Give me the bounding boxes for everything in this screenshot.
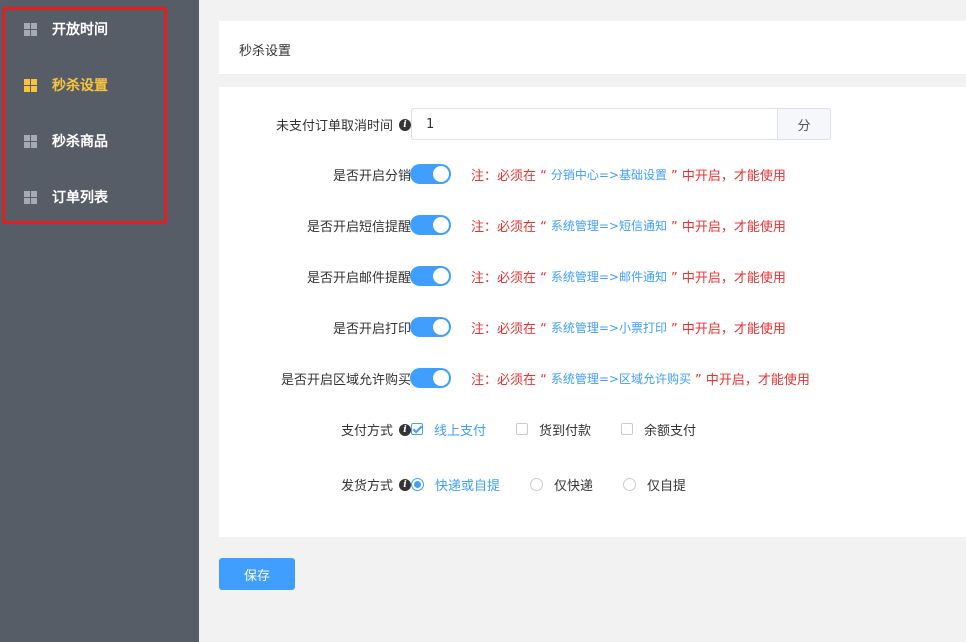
print-note: 注：必须在 “ 系统管理=>小票打印 ” 中开启，才能使用 <box>471 318 786 337</box>
payment-options: 线上支付 货到付款 余额支付 <box>411 419 726 439</box>
choice-label: 线上支付 <box>434 423 487 439</box>
note-path: 系统管理=>短信通知 <box>550 219 667 233</box>
payment-option-online[interactable]: 线上支付 <box>411 420 486 439</box>
sidebar-item-open-time[interactable]: 开放时间 <box>24 19 108 39</box>
email-label: 是否开启邮件提醒 <box>306 271 411 286</box>
choice-label: 余额支付 <box>644 423 697 439</box>
info-icon[interactable]: i <box>399 423 411 436</box>
distribution-label: 是否开启分销 <box>332 169 411 184</box>
cancel-time-label: 未支付订单取消时间 <box>275 119 393 134</box>
region-label: 是否开启区域允许购买 <box>280 373 411 388</box>
checkbox[interactable] <box>411 423 423 435</box>
note-suffix: ” 中开启，才能使用 <box>671 271 786 286</box>
page-title: 秒杀设置 <box>239 44 292 59</box>
sms-switch[interactable] <box>410 215 451 235</box>
checkbox[interactable] <box>516 423 529 435</box>
payment-label-group: 支付方式 i <box>341 420 411 439</box>
print-label: 是否开启打印 <box>332 322 411 337</box>
delivery-option-express-only[interactable]: 仅快递 <box>530 475 593 494</box>
email-note: 注：必须在 “ 系统管理=>邮件通知 ” 中开启，才能使用 <box>471 267 786 286</box>
note-suffix: ” 中开启，才能使用 <box>671 169 786 184</box>
distribution-switch[interactable] <box>410 164 451 184</box>
note-prefix: 注：必须在 “ <box>471 322 547 337</box>
switch-knob <box>433 268 449 284</box>
note-suffix: ” 中开启，才能使用 <box>671 220 786 235</box>
save-button[interactable]: 保存 <box>219 558 295 590</box>
note-suffix: ” 中开启，才能使用 <box>695 373 810 388</box>
sidebar-item-flash-sale-products[interactable]: 秒杀商品 <box>24 131 108 151</box>
choice-label: 快递或自提 <box>435 478 501 494</box>
cancel-time-label-group: 未支付订单取消时间 i <box>276 115 411 134</box>
grid-icon <box>24 190 37 204</box>
sms-note: 注：必须在 “ 系统管理=>短信通知 ” 中开启，才能使用 <box>471 216 786 235</box>
sidebar-item-flash-sale-settings[interactable]: 秒杀设置 <box>24 75 108 95</box>
email-switch[interactable] <box>410 266 451 286</box>
payment-option-cod[interactable]: 货到付款 <box>516 420 591 439</box>
info-icon[interactable]: i <box>399 118 411 131</box>
settings-header: 秒杀设置 <box>219 21 966 75</box>
payment-option-balance[interactable]: 余额支付 <box>621 420 696 439</box>
sidebar-item-label: 秒杀商品 <box>52 134 108 150</box>
cancel-time-input[interactable] <box>411 108 777 140</box>
print-switch[interactable] <box>410 317 451 337</box>
radio[interactable] <box>530 477 544 491</box>
region-switch[interactable] <box>410 368 451 388</box>
sidebar: 开放时间 秒杀设置 秒杀商品 订单列表 <box>0 0 199 642</box>
sidebar-item-label: 秒杀设置 <box>52 78 108 94</box>
grid-icon <box>24 134 37 148</box>
grid-icon <box>24 78 37 92</box>
radio[interactable] <box>623 477 637 491</box>
distribution-note: 注：必须在 “ 分销中心=>基础设置 ” 中开启，才能使用 <box>471 165 786 184</box>
settings-form: 未支付订单取消时间 i 分 是否开启分销 注：必须在 “ 分销中心=>基础设置 … <box>219 87 966 537</box>
switch-knob <box>433 319 449 335</box>
note-path: 系统管理=>邮件通知 <box>550 270 667 284</box>
radio[interactable] <box>411 477 424 491</box>
choice-label: 仅快递 <box>554 478 594 494</box>
note-prefix: 注：必须在 “ <box>471 169 547 184</box>
switch-knob <box>433 166 449 182</box>
delivery-option-pickup-only[interactable]: 仅自提 <box>623 475 686 494</box>
info-icon[interactable]: i <box>399 478 411 491</box>
delivery-options: 快递或自提 仅快递 仅自提 <box>411 474 716 494</box>
choice-label: 仅自提 <box>647 478 687 494</box>
region-note: 注：必须在 “ 系统管理=>区域允许购买 ” 中开启，才能使用 <box>471 369 810 388</box>
sidebar-item-label: 订单列表 <box>52 190 108 206</box>
payment-label: 支付方式 <box>340 424 393 439</box>
switch-knob <box>433 217 449 233</box>
choice-label: 货到付款 <box>539 423 592 439</box>
delivery-option-express-or-pickup[interactable]: 快递或自提 <box>411 475 500 494</box>
delivery-label: 发货方式 <box>340 479 393 494</box>
note-path: 系统管理=>区域允许购买 <box>550 372 691 386</box>
note-path: 系统管理=>小票打印 <box>550 321 667 335</box>
checkbox[interactable] <box>621 423 634 435</box>
switch-knob <box>433 370 449 386</box>
cancel-time-input-group: 分 <box>411 108 831 140</box>
delivery-label-group: 发货方式 i <box>341 475 411 494</box>
cancel-time-unit: 分 <box>777 108 831 140</box>
sms-label: 是否开启短信提醒 <box>306 220 411 235</box>
note-prefix: 注：必须在 “ <box>471 373 547 388</box>
note-suffix: ” 中开启，才能使用 <box>671 322 786 337</box>
grid-icon <box>24 22 37 36</box>
note-prefix: 注：必须在 “ <box>471 271 547 286</box>
note-path: 分销中心=>基础设置 <box>550 168 667 182</box>
note-prefix: 注：必须在 “ <box>471 220 547 235</box>
sidebar-item-order-list[interactable]: 订单列表 <box>24 187 108 207</box>
sidebar-item-label: 开放时间 <box>52 22 108 38</box>
